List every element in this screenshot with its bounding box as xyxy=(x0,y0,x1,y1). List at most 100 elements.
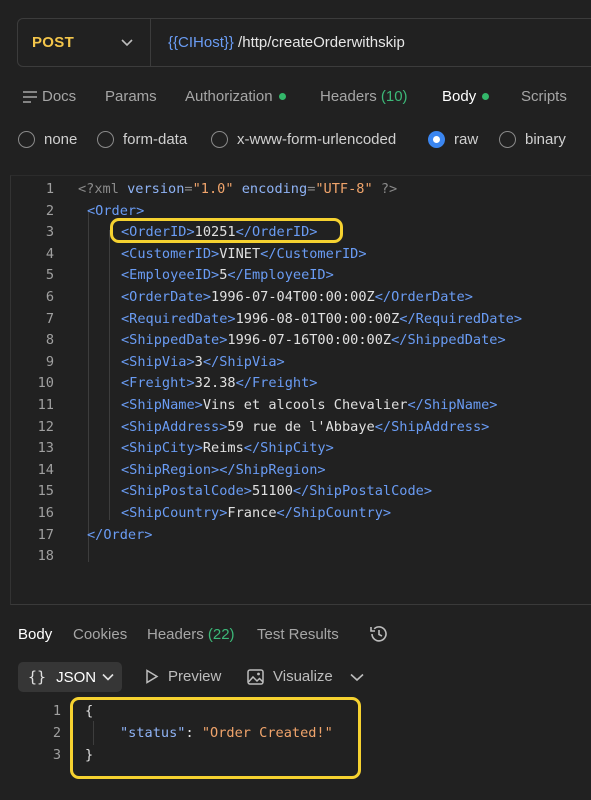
xml-open-tag: <Freight> xyxy=(121,375,195,392)
radio-selected-icon xyxy=(428,131,445,148)
tab-scripts[interactable]: Scripts xyxy=(521,88,567,105)
line-number: 2 xyxy=(45,202,54,219)
radio-none[interactable]: none xyxy=(18,131,77,148)
line-content: </Order> xyxy=(87,525,152,547)
tab-headers-label: Headers xyxy=(320,88,377,105)
xml-open-tag: <ShipAddress> xyxy=(121,418,228,435)
xml-close-tag: </RequiredDate> xyxy=(399,310,523,327)
xml-value: 1996-07-04T00:00:00Z xyxy=(211,289,375,305)
line-content: <ShipPostalCode>51100</ShipPostalCode> xyxy=(121,481,432,503)
response-tab-body-label: Body xyxy=(18,626,53,643)
braces-icon: {} xyxy=(28,668,47,686)
xml-open-tag: <ShipPostalCode> xyxy=(121,483,252,500)
tab-docs[interactable]: Docs xyxy=(42,88,76,105)
line-number: 18 xyxy=(37,548,54,565)
response-tab-test-results[interactable]: Test Results xyxy=(257,626,339,643)
format-label: JSON xyxy=(56,668,97,686)
line-number: 11 xyxy=(37,397,54,413)
xml-close-tag: </ShipCountry> xyxy=(276,505,392,521)
line-content: <OrderDate>1996-07-04T00:00:00Z</OrderDa… xyxy=(121,287,473,309)
line-number: 15 xyxy=(37,483,54,500)
response-toolbar: {} JSON Preview Visualize xyxy=(0,660,591,694)
line-number: 16 xyxy=(37,505,54,521)
url-variable: {{CIHost}} xyxy=(168,34,234,51)
xml-value: France xyxy=(227,505,277,521)
line-content: <?xml version="1.0" encoding="UTF-8" ?> xyxy=(78,179,397,201)
tab-params[interactable]: Params xyxy=(105,88,157,105)
radio-raw[interactable]: raw xyxy=(428,131,478,148)
xml-value: 59 rue de l'Abbaye xyxy=(227,418,375,435)
xml-close-tag: </ShipCity> xyxy=(243,440,334,457)
xml-open-tag: <ShipName> xyxy=(121,397,203,413)
xml-close-tag: </ShipAddress> xyxy=(374,418,490,435)
xml-open-tag: <ShipRegion> xyxy=(121,461,220,478)
line-content: <ShippedDate>1996-07-16T00:00:00Z</Shipp… xyxy=(121,330,506,352)
line-content: <ShipRegion></ShipRegion> xyxy=(121,460,326,482)
radio-form-data[interactable]: form-data xyxy=(97,131,187,148)
xml-attr-value: "UTF-8" xyxy=(315,181,373,197)
line-number: 5 xyxy=(45,267,54,284)
xml-open-tag: <CustomerID> xyxy=(121,245,220,262)
history-icon[interactable] xyxy=(368,624,390,644)
radio-circle-icon xyxy=(18,131,35,148)
response-highlight xyxy=(70,697,361,779)
tab-body[interactable]: Body xyxy=(442,88,490,105)
radio-circle-icon xyxy=(211,131,228,148)
xml-close-tag: </ShipRegion> xyxy=(219,461,326,478)
xml-space xyxy=(234,181,242,197)
xml-close-tag: </ShipVia> xyxy=(202,353,285,370)
xml-value: Vins et alcools Chevalier xyxy=(202,397,408,413)
xml-value: 1996-07-16T00:00:00Z xyxy=(227,332,392,349)
radio-binary[interactable]: binary xyxy=(499,131,566,148)
tab-params-label: Params xyxy=(105,88,157,105)
line-number: 8 xyxy=(45,332,54,349)
radio-circle-icon xyxy=(499,131,516,148)
status-dot-icon xyxy=(482,92,490,100)
preview-label: Preview xyxy=(168,668,222,685)
tab-docs-label: Docs xyxy=(42,88,77,105)
request-url-bar: POST {{CIHost}} /http/createOrderwithski… xyxy=(17,18,591,67)
line-number: 3 xyxy=(45,224,54,241)
status-dot-icon xyxy=(278,92,286,100)
line-content: <RequiredDate>1996-08-01T00:00:00Z</Requ… xyxy=(121,309,522,331)
tab-headers[interactable]: Headers (10) xyxy=(320,88,408,105)
line-number: 14 xyxy=(37,461,54,478)
response-tab-headers-label: Headers xyxy=(147,626,204,643)
line-number: 2 xyxy=(52,725,61,741)
xml-attr-name: encoding xyxy=(241,181,308,197)
response-tabs: Body Cookies Headers (22) Test Results xyxy=(0,620,591,650)
xml-declaration-open: <?xml xyxy=(78,181,128,197)
preview-button[interactable]: Preview xyxy=(145,668,221,685)
xml-open-tag: <RequiredDate> xyxy=(121,310,236,327)
tab-headers-count: (10) xyxy=(380,88,408,105)
xml-open-tag: <ShipVia> xyxy=(121,353,195,370)
line-number: 9 xyxy=(45,353,54,370)
visualize-button[interactable]: Visualize xyxy=(247,668,333,685)
response-tab-cookies-label: Cookies xyxy=(73,626,128,643)
xml-attr-name: version xyxy=(127,181,185,197)
format-dropdown[interactable]: {} JSON xyxy=(18,662,122,692)
tab-body-label: Body xyxy=(442,88,477,105)
line-number: 1 xyxy=(45,181,54,197)
line-number: 4 xyxy=(45,245,54,262)
url-input[interactable]: {{CIHost}} /http/createOrderwithskip xyxy=(151,34,405,51)
response-tab-body[interactable]: Body xyxy=(18,626,52,643)
xml-value: 51100 xyxy=(251,483,293,500)
radio-form-data-label: form-data xyxy=(123,131,188,148)
line-content: <ShipVia>3</ShipVia> xyxy=(121,352,285,374)
line-content: <ShipCity>Reims</ShipCity> xyxy=(121,438,334,460)
chevron-down-icon[interactable] xyxy=(350,672,364,682)
image-icon xyxy=(247,668,264,685)
chevron-down-icon xyxy=(121,39,133,47)
xml-open-tag: <Order> xyxy=(87,202,145,219)
radio-raw-label: raw xyxy=(454,131,479,148)
radio-x-www-form-urlencoded[interactable]: x-www-form-urlencoded xyxy=(211,131,396,148)
tab-authorization[interactable]: Authorization xyxy=(185,88,286,105)
method-dropdown[interactable]: POST xyxy=(18,19,151,66)
response-tab-cookies[interactable]: Cookies xyxy=(73,626,127,643)
response-tab-headers[interactable]: Headers (22) xyxy=(147,626,235,643)
visualize-label: Visualize xyxy=(273,668,333,685)
xml-open-tag: <ShippedDate> xyxy=(121,332,228,349)
indent-guide xyxy=(109,230,110,520)
radio-urlencoded-label: x-www-form-urlencoded xyxy=(237,131,397,148)
